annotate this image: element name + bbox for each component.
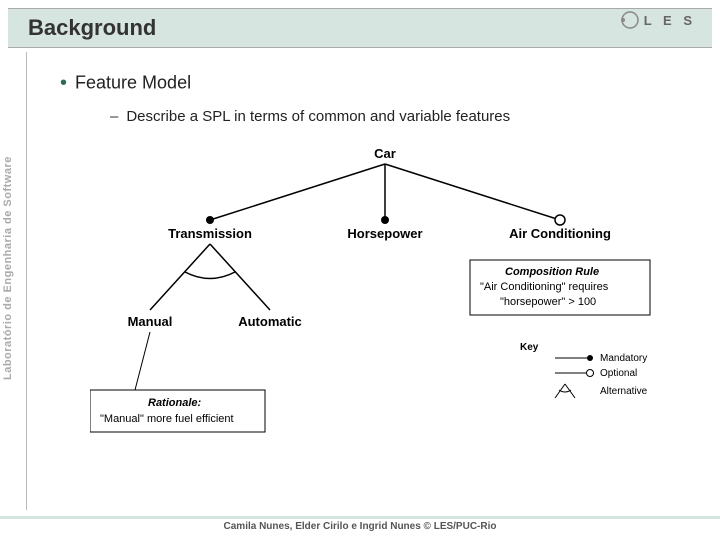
footer-text: Camila Nunes, Elder Cirilo e Ingrid Nune… xyxy=(224,521,497,532)
rationale-body: "Manual" more fuel efficient xyxy=(100,413,234,425)
sidebar-label: Laboratório de Engenharia de Software xyxy=(2,156,14,380)
comprule-l2: "horsepower" > 100 xyxy=(500,296,596,308)
slide-header: Background xyxy=(8,8,712,48)
feature-model-diagram: Car Transmission Horsepower Air Conditio… xyxy=(90,140,680,480)
logo-text: L E S xyxy=(644,13,696,28)
node-transmission: Transmission xyxy=(168,226,252,241)
key-alternative: Alternative xyxy=(600,386,648,397)
bullet-level-1: • Feature Model xyxy=(60,72,191,95)
rationale-title: Rationale: xyxy=(148,397,202,409)
bullet1-text: Feature Model xyxy=(75,72,191,92)
comprule-l1: "Air Conditioning" requires xyxy=(480,281,609,293)
logo-icon xyxy=(620,10,640,30)
footer-divider xyxy=(0,516,720,519)
alternative-arc xyxy=(185,272,235,279)
slide-title: Background xyxy=(28,15,156,41)
key-optional: Optional xyxy=(600,368,637,379)
node-manual: Manual xyxy=(128,314,173,329)
bullet-level-2: –Describe a SPL in terms of common and v… xyxy=(110,108,510,125)
node-horsepower: Horsepower xyxy=(347,226,422,241)
key-mandatory: Mandatory xyxy=(600,353,647,364)
comprule-title: Composition Rule xyxy=(505,266,599,278)
vertical-divider xyxy=(26,52,27,510)
key-title: Key xyxy=(520,342,539,353)
bullet2-text: Describe a SPL in terms of common and va… xyxy=(126,108,510,125)
bullet-dash-icon: – xyxy=(110,108,118,125)
node-automatic: Automatic xyxy=(238,314,302,329)
slide-footer: Camila Nunes, Elder Cirilo e Ingrid Nune… xyxy=(0,516,720,532)
node-car: Car xyxy=(374,146,396,161)
node-airconditioning: Air Conditioning xyxy=(509,226,611,241)
bullet-dot-icon: • xyxy=(60,72,67,94)
logo: L E S xyxy=(620,10,696,30)
